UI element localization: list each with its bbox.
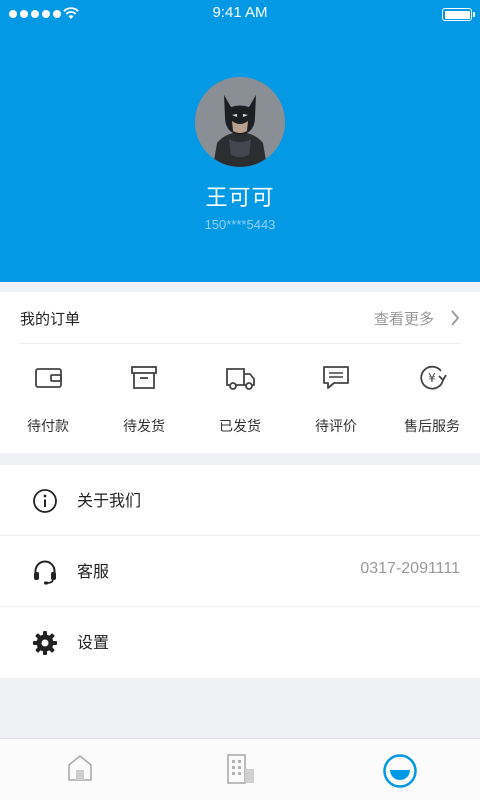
service-phone-number[interactable]: 0317-2091111 [360,560,460,578]
status-time: 9:41 AM [212,4,268,21]
comment-icon [323,366,349,389]
info-icon [33,489,57,513]
bottom-tab-bar [0,738,480,800]
wallet-icon [35,368,62,388]
menu-item-label: 客服 [77,562,110,581]
archive-box-icon [131,366,157,389]
headset-icon [34,560,56,585]
svg-text:¥: ¥ [428,371,436,385]
menu-item-settings[interactable]: 设置 [0,607,480,678]
order-item-label: 待付款 [27,419,69,435]
order-item-after-sales[interactable]: ¥ 售后服务 [384,354,480,444]
menu-item-label: 设置 [77,633,110,652]
order-item-pending-review[interactable]: 待评价 [288,354,384,444]
tab-company[interactable] [160,739,320,800]
yen-refresh-icon: ¥ [420,365,447,390]
order-item-label: 已发货 [219,419,261,435]
order-item-shipped[interactable]: 已发货 [192,354,288,444]
user-phone: 150****5443 [204,217,276,232]
order-item-pending-shipment[interactable]: 待发货 [96,354,192,444]
building-icon [227,754,254,784]
status-bar: 9:41 AM [0,0,480,28]
avatar[interactable] [195,77,285,167]
orders-card: 我的订单 查看更多 待付款 待发货 已发货 待评价 ¥ 售后服务 [0,292,480,453]
settings-menu: 关于我们 客服 0317-2091111 设置 [0,465,480,678]
orders-header[interactable]: 我的订单 查看更多 [20,292,460,344]
user-name: 王可可 [205,186,275,211]
battery-icon [442,8,475,21]
tab-home[interactable] [0,739,160,800]
truck-icon [226,368,255,390]
menu-item-customer-service[interactable]: 客服 0317-2091111 [0,536,480,607]
orders-title: 我的订单 [20,310,81,328]
home-icon [68,755,92,781]
profile-header: 9:41 AM 王可可 150****5443 [0,0,480,282]
order-item-pending-payment[interactable]: 待付款 [0,354,96,444]
menu-item-about[interactable]: 关于我们 [0,465,480,536]
chevron-right-icon [451,310,460,326]
order-item-label: 待发货 [123,419,165,435]
menu-item-label: 关于我们 [77,491,142,510]
order-item-label: 待评价 [315,419,357,435]
profile-smile-icon [383,754,417,788]
gear-icon [33,631,57,655]
order-item-label: 售后服务 [404,419,460,435]
tab-profile[interactable] [320,739,480,800]
batman-avatar-icon [195,77,285,167]
view-more-link[interactable]: 查看更多 [374,308,434,329]
order-status-list: 待付款 待发货 已发货 待评价 ¥ 售后服务 [0,354,480,444]
